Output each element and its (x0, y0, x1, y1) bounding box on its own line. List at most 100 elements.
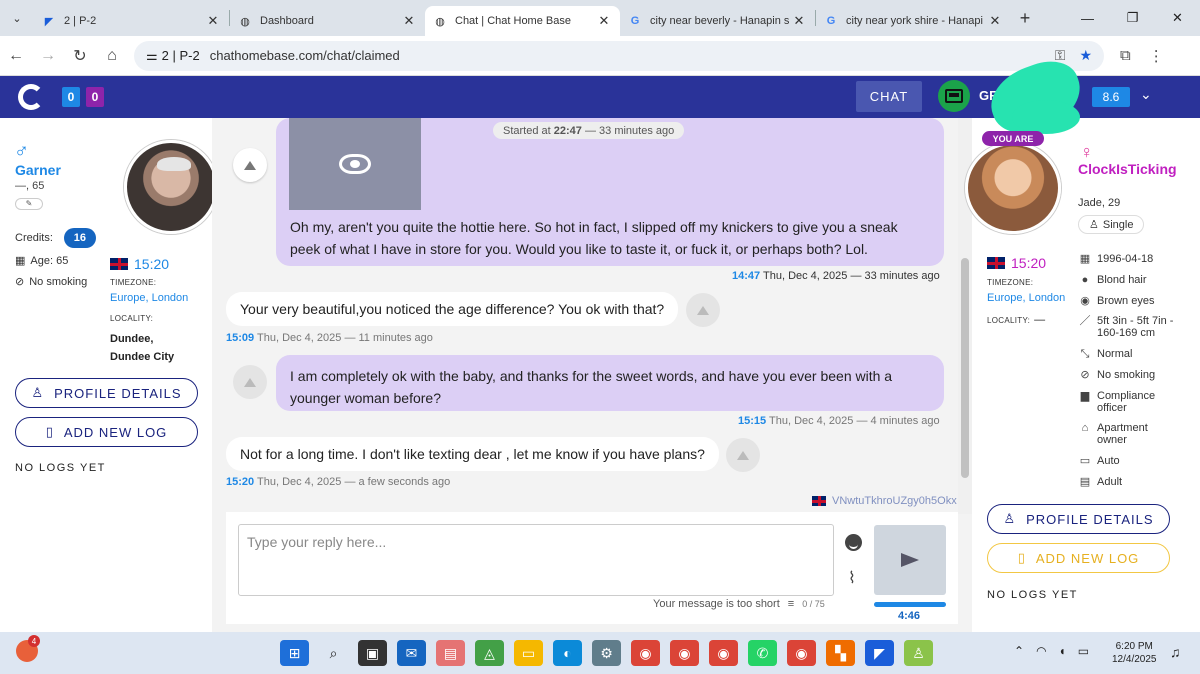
message-time: 15:09 (226, 332, 255, 344)
whatsapp-icon[interactable]: ✆ (748, 640, 777, 666)
edit-icon[interactable]: ✎ (15, 198, 43, 210)
eye-icon[interactable] (339, 154, 371, 174)
close-icon[interactable]: ✕ (596, 13, 612, 29)
message-action-button[interactable] (233, 365, 267, 399)
task-view-icon[interactable]: ▣ (358, 640, 387, 666)
bookmark-star-icon[interactable]: ★ (1079, 47, 1092, 64)
session-id-text: VNwtuTkhroUZgy0h5Okx (832, 495, 957, 507)
hair-icon: ● (1081, 274, 1089, 286)
close-icon[interactable]: ✕ (205, 13, 221, 29)
start-icon[interactable]: ⊞ (280, 640, 309, 666)
google-icon: G (826, 15, 836, 27)
settings-icon[interactable]: ⚙ (592, 640, 621, 666)
reload-button[interactable]: ↻ (64, 46, 96, 66)
home-button[interactable]: ⌂ (96, 47, 128, 65)
profile-name: ClockIsTicking (1078, 161, 1177, 177)
counter-blue[interactable]: 0 (62, 87, 80, 107)
wifi-icon[interactable]: ◠ (1036, 644, 1046, 658)
back-button[interactable]: ← (0, 47, 32, 65)
message-date: Thu, Dec 4, 2025 — 33 minutes ago (763, 270, 940, 282)
omnibox[interactable]: ⚌ 2 | P-2 chathomebase.com/chat/claimed … (134, 40, 1104, 71)
body-icon: ⤡ (1080, 348, 1090, 360)
chathome-icon[interactable]: ◤ (865, 640, 894, 666)
site-info[interactable]: ⚌ 2 | P-2 (146, 48, 200, 64)
extensions-icon[interactable]: ⧉ (1120, 47, 1131, 65)
app-icon[interactable]: ◬ (475, 640, 504, 666)
system-tray: ⌃ ◠ ◖ ▭ (1014, 644, 1089, 658)
chrome-icon[interactable]: ◉ (670, 640, 699, 666)
scrollbar-thumb[interactable] (961, 258, 969, 478)
chat-button[interactable]: CHAT (856, 81, 922, 112)
chathome-icon: ◤ (44, 15, 54, 28)
customer-avatar[interactable] (124, 140, 218, 234)
chrome-icon[interactable]: ◉ (709, 640, 738, 666)
tab-search-dropdown[interactable]: ⌄ (0, 0, 34, 36)
app-logo[interactable] (18, 84, 44, 110)
chrome-icon[interactable]: ◉ (631, 640, 660, 666)
message-action-button[interactable] (686, 293, 720, 327)
profile-time-value: 15:20 (1011, 255, 1047, 271)
browser-tab-5[interactable]: G city near york shire - Hanapi ✕ (816, 6, 1011, 36)
menu-icon[interactable]: ⋮ (1149, 47, 1164, 65)
edge-icon[interactable]: ◐ (553, 640, 582, 666)
reply-input[interactable] (238, 524, 834, 596)
forward-button[interactable]: → (32, 47, 64, 65)
volume-icon[interactable]: ◖ (1059, 644, 1066, 658)
store-icon[interactable]: ▤ (436, 640, 465, 666)
profile-attribute: ▆ Compliance officer (1079, 390, 1177, 414)
timezone-label: TIMEZONE: (110, 278, 157, 287)
close-icon[interactable]: ✕ (791, 13, 807, 29)
eye-icon: ◉ (1080, 295, 1090, 307)
maximize-button[interactable]: ❐ (1110, 0, 1155, 36)
close-icon[interactable]: ✕ (987, 13, 1003, 29)
robot-icon[interactable] (938, 80, 970, 112)
browser-tab-1[interactable]: ◤ 2 | P-2 ✕ (34, 6, 229, 36)
profile-details-button[interactable]: ♙ PROFILE DETAILS (15, 378, 198, 408)
add-new-log-button[interactable]: ▯ ADD NEW LOG (15, 417, 198, 447)
app-icon[interactable]: ▚ (826, 640, 855, 666)
female-icon: ♀ (1080, 142, 1094, 162)
send-button[interactable] (874, 525, 946, 595)
system-clock[interactable]: 6:20 PM 12/4/2025 (1112, 640, 1157, 666)
message-action-button[interactable] (233, 148, 267, 182)
chevron-up-icon[interactable]: ⌃ (1014, 644, 1024, 658)
started-label: Started at (503, 124, 551, 137)
browser-tab-3[interactable]: ◍ Chat | Chat Home Base ✕ (425, 6, 620, 36)
notification-bell-icon[interactable]: ♫ (1170, 644, 1181, 660)
length-warning: Your message is too short ≡ 0 / 75 (653, 598, 825, 610)
attribute-text: Auto (1097, 455, 1120, 467)
chrome-icon[interactable]: ◉ (787, 640, 816, 666)
url-text[interactable]: chathomebase.com/chat/claimed (210, 48, 1041, 63)
file-explorer-icon[interactable]: ▭ (514, 640, 543, 666)
add-new-log-button[interactable]: ▯ ADD NEW LOG (987, 543, 1170, 573)
credits-badge: 16 (63, 228, 96, 248)
browser-tab-2[interactable]: ◍ Dashboard ✕ (230, 6, 425, 36)
briefcase-icon: ▆ (1080, 390, 1090, 402)
minimize-button[interactable]: — (1065, 0, 1110, 36)
tab-label: Dashboard (260, 15, 314, 27)
paperclip-icon[interactable]: ⌇ (848, 568, 856, 588)
person-icon: ♙ (31, 385, 45, 400)
browser-tab-bar: ⌄ ◤ 2 | P-2 ✕ ◍ Dashboard ✕ ◍ Chat | Cha… (0, 0, 1200, 36)
message-action-button[interactable] (726, 438, 760, 472)
profile-avatar[interactable] (965, 142, 1061, 234)
person-icon: ♙ (1003, 511, 1017, 526)
new-tab-button[interactable]: + (1011, 0, 1039, 36)
tab-label: city near york shire - Hanapi (846, 15, 983, 27)
battery-icon[interactable]: ▭ (1078, 644, 1089, 658)
no-logs-text: NO LOGS YET (987, 589, 1078, 601)
counter-purple[interactable]: 0 (86, 87, 104, 107)
triangle-up-icon (697, 305, 709, 315)
close-window-button[interactable]: ✕ (1155, 0, 1200, 36)
emoji-icon[interactable] (845, 534, 862, 551)
close-icon[interactable]: ✕ (401, 13, 417, 29)
hidden-photo[interactable] (289, 118, 421, 210)
app-icon[interactable]: ♙ (904, 640, 933, 666)
chevron-down-icon[interactable]: ⌄ (1140, 86, 1152, 103)
search-icon[interactable]: ⌕ (319, 640, 348, 666)
profile-details-button[interactable]: ♙ PROFILE DETAILS (987, 504, 1170, 534)
message-meta: 15:20 Thu, Dec 4, 2025 — a few seconds a… (226, 476, 450, 488)
outlook-icon[interactable]: ✉ (397, 640, 426, 666)
browser-tab-4[interactable]: G city near beverly - Hanapin s ✕ (620, 6, 815, 36)
timer-progress-fill (874, 602, 946, 607)
